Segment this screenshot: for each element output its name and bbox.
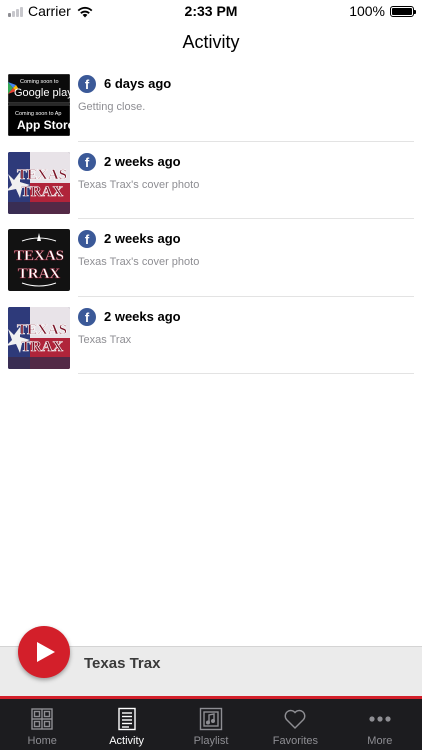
tab-home[interactable]: Home — [0, 699, 84, 750]
status-bar: Carrier 2:33 PM 100% — [0, 0, 422, 22]
activity-item[interactable]: TEXAS TRAX f 2 weeks ago Texas Trax's co… — [0, 142, 422, 219]
activity-text: Texas Trax's cover photo — [78, 178, 200, 191]
activity-item[interactable]: TEXAS TRAX f 2 weeks ago Texas Trax's co… — [0, 219, 422, 297]
logo-line2: TRAX — [21, 339, 64, 355]
play-button[interactable] — [18, 626, 70, 678]
tab-label: Playlist — [193, 735, 229, 747]
apple-badge-top: Coming soon to Ap — [15, 111, 61, 117]
texas-trax-flag-thumbnail: TEXAS TRAX — [8, 306, 70, 369]
activity-text: Texas Trax's cover photo — [78, 256, 200, 268]
facebook-icon: f — [78, 230, 96, 248]
apple-badge-bottom: App Store — [17, 118, 70, 132]
heart-icon — [284, 709, 306, 729]
facebook-icon: f — [78, 75, 96, 93]
activity-item[interactable]: TEXAS TRAX f 2 weeks ago Texas Trax — [0, 297, 422, 374]
logo-line1: TEXAS — [17, 167, 67, 183]
more-dots-icon — [369, 716, 391, 722]
google-badge-top: Coming soon to — [20, 79, 59, 85]
play-icon — [37, 642, 55, 662]
texas-trax-black-thumbnail: TEXAS TRAX — [8, 229, 70, 291]
home-grid-icon — [31, 708, 53, 730]
logo-line2: TRAX — [18, 266, 61, 282]
playlist-music-icon — [199, 707, 223, 731]
activity-time: 6 days ago — [104, 76, 172, 91]
app-store-badges-thumbnail: Coming soon to Google play Coming soon t… — [8, 74, 70, 136]
texas-trax-flag-thumbnail: TEXAS TRAX — [8, 151, 70, 214]
facebook-icon: f — [78, 152, 96, 171]
divider — [78, 373, 414, 374]
activity-list-icon — [117, 707, 136, 731]
status-right: 100% — [349, 3, 416, 19]
app-screen: Carrier 2:33 PM 100% Activity Coming soo… — [0, 0, 422, 750]
activity-time: 2 weeks ago — [104, 308, 181, 324]
tab-playlist[interactable]: Playlist — [169, 699, 253, 750]
activity-time: 2 weeks ago — [104, 231, 181, 246]
page-title: Activity — [182, 32, 240, 52]
activity-text: Getting close. — [78, 101, 146, 113]
logo-line1: TEXAS — [17, 322, 67, 338]
tab-label: Home — [27, 735, 57, 747]
tab-label: Favorites — [272, 735, 319, 747]
tab-activity[interactable]: Activity — [84, 699, 168, 750]
now-playing-title: Texas Trax — [84, 655, 161, 672]
logo-line2: TRAX — [21, 184, 64, 200]
activity-list: Coming soon to Google play Coming soon t… — [0, 64, 422, 374]
tab-favorites[interactable]: Favorites — [253, 699, 337, 750]
tab-more[interactable]: More — [338, 699, 422, 750]
google-badge-bottom: Google play — [14, 87, 70, 99]
activity-time: 2 weeks ago — [104, 153, 181, 169]
activity-text: Texas Trax — [78, 333, 132, 346]
tab-bar: Home Activity Playlist Favorites More — [0, 699, 422, 750]
logo-line1: TEXAS — [14, 248, 64, 264]
tab-label: More — [367, 735, 393, 747]
tab-label: Activity — [109, 735, 145, 747]
activity-item[interactable]: Coming soon to Google play Coming soon t… — [0, 64, 422, 142]
battery-icon — [390, 5, 416, 17]
facebook-icon: f — [78, 307, 96, 326]
battery-percent: 100% — [349, 3, 385, 19]
